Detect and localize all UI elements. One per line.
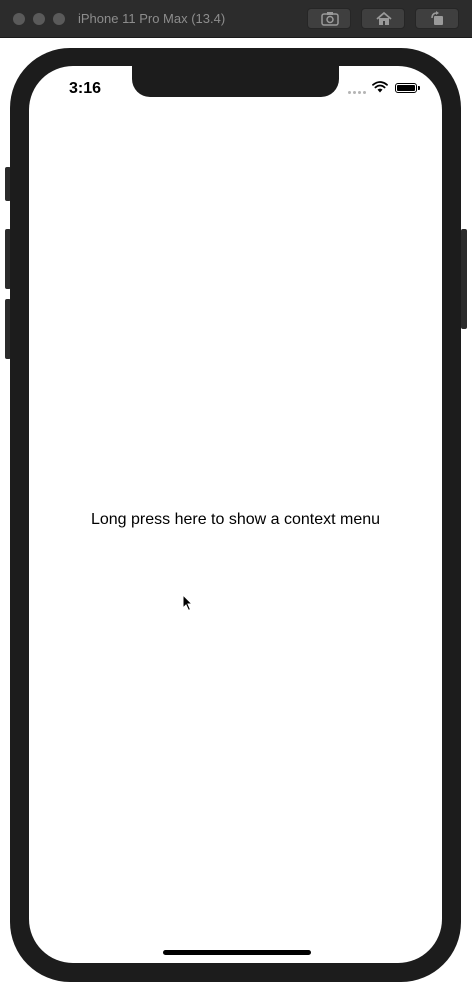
simulator-titlebar: iPhone 11 Pro Max (13.4) bbox=[0, 0, 472, 38]
window-title: iPhone 11 Pro Max (13.4) bbox=[78, 11, 226, 26]
home-button[interactable] bbox=[361, 8, 405, 29]
wifi-icon bbox=[372, 81, 388, 93]
zoom-window-button[interactable] bbox=[53, 13, 65, 25]
camera-icon bbox=[321, 12, 339, 26]
home-icon bbox=[376, 11, 392, 25]
minimize-window-button[interactable] bbox=[33, 13, 45, 25]
rotate-icon bbox=[431, 11, 443, 25]
close-window-button[interactable] bbox=[13, 13, 25, 25]
device-screen: 3:16 Long press here to show a context m… bbox=[29, 66, 442, 963]
rotate-button[interactable] bbox=[415, 8, 459, 29]
battery-tip bbox=[418, 86, 420, 90]
mouse-pointer-icon bbox=[182, 594, 194, 612]
notch bbox=[132, 66, 339, 97]
cellular-signal-icon bbox=[348, 91, 366, 94]
status-time: 3:16 bbox=[69, 80, 102, 97]
device-frame: 3:16 Long press here to show a context m… bbox=[10, 48, 461, 982]
long-press-target-label[interactable]: Long press here to show a context menu bbox=[29, 511, 442, 529]
battery-icon bbox=[395, 83, 417, 93]
power-button[interactable] bbox=[461, 229, 467, 329]
home-indicator[interactable] bbox=[163, 950, 311, 955]
screenshot-button[interactable] bbox=[307, 8, 351, 29]
